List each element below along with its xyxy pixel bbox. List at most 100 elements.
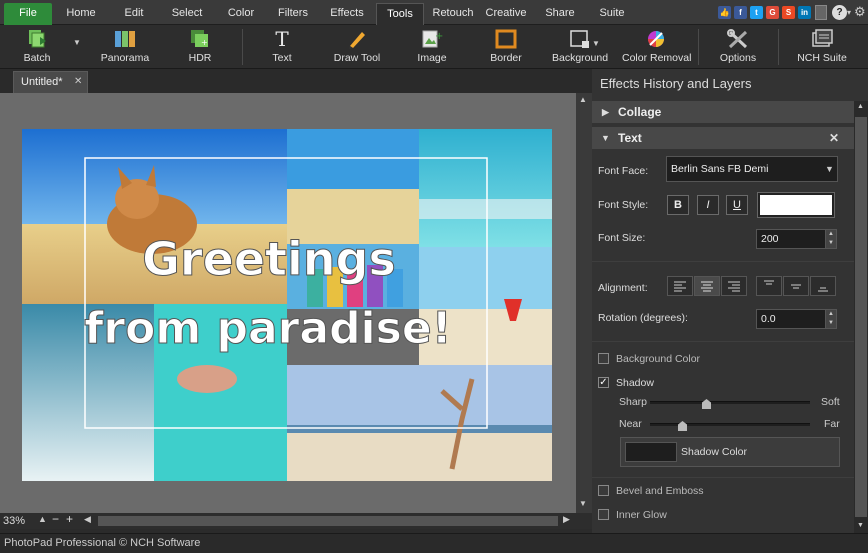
- remove-layer-icon[interactable]: ✕: [829, 127, 839, 149]
- tools-icon: [727, 29, 748, 49]
- zoom-out-icon[interactable]: −: [52, 512, 59, 526]
- tab-tools[interactable]: Tools: [376, 3, 424, 25]
- toolbar-separator: [698, 29, 699, 65]
- align-top-icon: [764, 280, 774, 285]
- tab-suite[interactable]: Suite: [592, 3, 632, 25]
- bevel-emboss-checkbox[interactable]: [598, 485, 609, 496]
- google-plus-icon[interactable]: G: [766, 6, 779, 19]
- batch-button[interactable]: Batch: [14, 27, 60, 67]
- hdr-button[interactable]: + HDR: [180, 27, 220, 67]
- svg-text:+: +: [435, 31, 443, 42]
- tab-file[interactable]: File: [4, 3, 52, 25]
- tab-filters[interactable]: Filters: [272, 3, 314, 25]
- rotation-spinner[interactable]: ▲ ▼: [825, 309, 837, 329]
- stumbleupon-icon[interactable]: S: [782, 6, 795, 19]
- text-tool-button[interactable]: T Text: [262, 27, 302, 67]
- batch-dropdown-icon[interactable]: ▼: [73, 38, 81, 47]
- scroll-left-icon[interactable]: ◀: [84, 514, 91, 525]
- vertical-scrollbar[interactable]: ▲ ▼: [576, 93, 592, 513]
- stack-icon[interactable]: [815, 5, 827, 20]
- horizontal-scrollbar[interactable]: [98, 516, 558, 526]
- far-label: Far: [824, 418, 840, 430]
- postcard-image: Greetings from paradise!: [22, 129, 552, 481]
- panorama-icon: [115, 31, 135, 47]
- text-icon: T: [275, 27, 289, 51]
- tab-share[interactable]: Share: [540, 3, 580, 25]
- panel-scrollbar[interactable]: ▲ ▼: [854, 101, 868, 533]
- underline-button[interactable]: U: [726, 195, 748, 215]
- align-right-button[interactable]: [721, 276, 747, 296]
- nch-suite-button[interactable]: NCH Suite: [794, 27, 850, 67]
- shadow-checkbox[interactable]: ✓: [598, 377, 609, 388]
- border-icon: [495, 29, 517, 49]
- document-tab[interactable]: Untitled* ✕: [13, 71, 88, 93]
- sharpness-slider[interactable]: [650, 401, 810, 404]
- align-top-button[interactable]: [756, 276, 782, 296]
- font-color-swatch[interactable]: [757, 192, 835, 218]
- background-dropdown-icon[interactable]: ▼: [592, 39, 600, 48]
- image-icon: +: [422, 30, 443, 48]
- document-tabs: Untitled* ✕: [0, 69, 592, 93]
- linkedin-icon[interactable]: in: [798, 6, 811, 19]
- tab-creative[interactable]: Creative: [482, 3, 530, 25]
- inner-glow-label: Inner Glow: [616, 509, 667, 521]
- menu-bar: File Home Edit Select Color Filters Effe…: [0, 0, 868, 25]
- rotation-input[interactable]: 0.0: [756, 309, 826, 329]
- divider: [592, 477, 854, 478]
- image-canvas[interactable]: Greetings from paradise!: [0, 93, 592, 513]
- tab-color[interactable]: Color: [221, 3, 261, 25]
- tab-edit[interactable]: Edit: [114, 3, 154, 25]
- tab-select[interactable]: Select: [165, 3, 209, 25]
- align-left-button[interactable]: [667, 276, 693, 296]
- shadow-color-button[interactable]: Shadow Color: [620, 437, 840, 467]
- scroll-right-icon[interactable]: ▶: [563, 514, 570, 525]
- font-size-spinner[interactable]: ▲ ▼: [825, 229, 837, 249]
- align-center-button[interactable]: [694, 276, 720, 296]
- panorama-button[interactable]: Panorama: [98, 27, 152, 67]
- collapse-icon: ▼: [601, 133, 610, 143]
- shadow-color-swatch: [625, 442, 677, 462]
- collage-layer-header[interactable]: ▶ Collage: [592, 101, 854, 123]
- help-icon[interactable]: ?: [832, 5, 847, 20]
- italic-button[interactable]: I: [697, 195, 719, 215]
- align-center-icon: [701, 281, 713, 292]
- scroll-up-icon[interactable]: ▲: [857, 103, 864, 110]
- align-bottom-button[interactable]: [810, 276, 836, 296]
- font-size-input[interactable]: 200: [756, 229, 826, 249]
- sharp-label: Sharp: [619, 396, 648, 408]
- options-button[interactable]: Options: [716, 27, 760, 67]
- color-removal-button[interactable]: Color Removal: [622, 27, 691, 67]
- text-layer-header[interactable]: ▼ Text ✕: [592, 127, 854, 149]
- tab-effects[interactable]: Effects: [324, 3, 370, 25]
- bold-button[interactable]: B: [667, 195, 689, 215]
- twitter-icon[interactable]: t: [750, 6, 763, 19]
- greeting-line-2: from paradise!: [84, 303, 452, 354]
- draw-tool-button[interactable]: Draw Tool: [330, 27, 384, 67]
- image-button[interactable]: + Image: [410, 27, 454, 67]
- zoom-slider-icon[interactable]: ▲: [38, 514, 47, 524]
- gear-icon[interactable]: ⚙: [854, 4, 868, 20]
- tab-retouch[interactable]: Retouch: [428, 3, 478, 25]
- background-color-checkbox[interactable]: [598, 353, 609, 364]
- thumbs-up-icon[interactable]: 👍: [718, 6, 731, 19]
- alignment-label: Alignment:: [598, 282, 648, 294]
- tab-home[interactable]: Home: [60, 3, 102, 25]
- scroll-up-icon[interactable]: ▲: [579, 95, 587, 104]
- distance-slider[interactable]: [650, 423, 810, 426]
- close-icon[interactable]: ✕: [74, 72, 82, 92]
- align-bottom-icon: [818, 287, 828, 292]
- facebook-icon[interactable]: f: [734, 6, 747, 19]
- panel-title: Effects History and Layers: [600, 76, 752, 91]
- panel-scroll-thumb[interactable]: [855, 117, 867, 517]
- align-left-icon: [674, 281, 686, 292]
- border-button[interactable]: Border: [485, 27, 527, 67]
- inner-glow-checkbox[interactable]: [598, 509, 609, 520]
- scroll-down-icon[interactable]: ▼: [857, 522, 864, 529]
- zoom-row: 33% ▲ − + ◀ ▶: [0, 512, 592, 529]
- font-face-select[interactable]: Berlin Sans FB Demi ▼: [666, 156, 838, 182]
- pencil-icon: [349, 32, 365, 49]
- bevel-emboss-label: Bevel and Emboss: [616, 485, 704, 497]
- zoom-in-icon[interactable]: +: [66, 512, 73, 526]
- scroll-down-icon[interactable]: ▼: [579, 499, 587, 508]
- align-middle-button[interactable]: [783, 276, 809, 296]
